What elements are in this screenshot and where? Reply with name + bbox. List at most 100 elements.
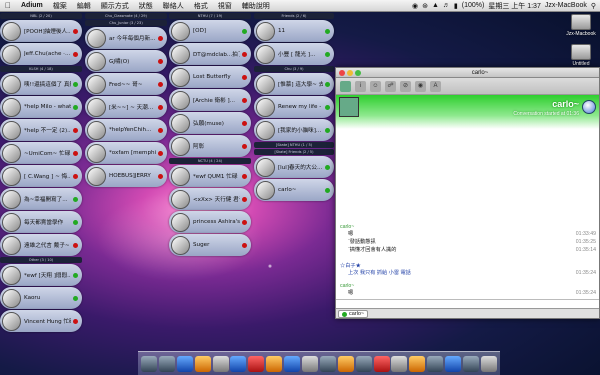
contact-row[interactable]: 每天都賣當學作 xyxy=(0,211,82,233)
menu-window[interactable]: 視窗 xyxy=(213,1,237,11)
adium-icon[interactable] xyxy=(212,355,229,372)
group-header[interactable]: [Skate] NTHU (1 / 5) xyxy=(254,142,334,148)
contact-row[interactable]: Suger xyxy=(169,234,251,256)
menu-adium[interactable]: Adium xyxy=(16,2,48,9)
contact-row[interactable]: carlo~ xyxy=(254,179,334,201)
contact-row[interactable]: *helpYenChih... xyxy=(85,119,167,141)
username[interactable]: Jzx-MacBook xyxy=(545,2,587,9)
apple-menu-icon[interactable]:  xyxy=(0,1,16,10)
block-icon[interactable]: ⊘ xyxy=(400,80,411,92)
contact-row[interactable]: <xXx> 天行健 君子... xyxy=(169,188,251,210)
desktop-icon-untitled[interactable]: Untitled xyxy=(566,44,596,67)
contact-row[interactable]: *help 不一定 (2)... xyxy=(0,119,82,141)
contact-row[interactable]: 小豐 [ 龍光 ]... xyxy=(254,43,334,65)
menu-file[interactable]: 檔案 xyxy=(48,1,72,11)
group-header[interactable]: NTHU (7 / 19) xyxy=(169,13,251,19)
safari-icon[interactable] xyxy=(176,355,193,372)
photo-booth-icon[interactable] xyxy=(355,355,372,372)
message-input[interactable] xyxy=(336,299,599,308)
preview-icon[interactable] xyxy=(301,355,318,372)
dashboard-icon[interactable] xyxy=(158,355,175,372)
group-header[interactable]: [Skate] Friends (2 / 5) xyxy=(254,149,334,155)
menu-edit[interactable]: 編輯 xyxy=(72,1,96,11)
group-header[interactable]: NCTU (4 / 24) xyxy=(169,158,251,164)
contact-row[interactable]: Renew my life - ... xyxy=(254,96,334,118)
applications-stack-icon[interactable] xyxy=(427,355,444,372)
contact-row[interactable]: [米~~] ~ 天潮... xyxy=(85,96,167,118)
group-header[interactable]: Chu (3 / 9) xyxy=(254,66,334,72)
contact-row[interactable]: [惟慕] 這大學~ 去... xyxy=(254,73,334,95)
desktop-icon-hdd[interactable]: Jzx-Macbook xyxy=(566,14,596,37)
contact-row[interactable]: 為~幸福開寫了... xyxy=(0,188,82,210)
chat-tab[interactable]: carlo~ xyxy=(338,310,369,318)
contact-row[interactable]: *help Milo - what if... xyxy=(0,96,82,118)
menu-help[interactable]: 輔助說明 xyxy=(237,1,275,11)
contact-avatar-toolbar-icon[interactable] xyxy=(340,80,351,92)
time-machine-icon[interactable] xyxy=(373,355,390,372)
contact-row[interactable]: 11 xyxy=(254,20,334,42)
mail-icon[interactable] xyxy=(230,355,247,372)
contact-row[interactable]: *oxfam [memphis] xyxy=(85,142,167,164)
contact-row[interactable]: [ C.Wang ] ~ 悔... xyxy=(0,165,82,187)
group-header[interactable]: KLSH (4 / 18) xyxy=(0,66,82,72)
volume-icon[interactable]: ♬ xyxy=(443,2,450,9)
contact-row[interactable]: [lul]春天的大公... xyxy=(254,156,334,178)
contact-row[interactable]: ~UmiCom~ 忙碌 xyxy=(0,142,82,164)
contact-row[interactable]: GJ嘯(O) xyxy=(85,50,167,72)
contact-row[interactable]: [POOH]抽煙後人... xyxy=(0,20,82,42)
menu-status[interactable]: 狀態 xyxy=(134,1,158,11)
contact-row[interactable]: DT@mdclab...拍了... xyxy=(169,43,251,65)
calendar-icon[interactable] xyxy=(284,355,301,372)
clock[interactable]: 星期三 上午 1:37 xyxy=(488,1,541,11)
contact-row[interactable]: 遠雄之代言 戴子~ xyxy=(0,234,82,256)
close-button[interactable] xyxy=(339,69,345,76)
contact-row[interactable]: HOEBUS]JERRY xyxy=(85,165,167,187)
contact-row[interactable]: [Archie 衛彬 ]... xyxy=(169,89,251,111)
group-header[interactable]: Friends (2 / 6) xyxy=(254,13,334,19)
emoticon-icon[interactable]: ☺ xyxy=(370,80,381,92)
group-header[interactable]: Chu_Classmate (4 / 29) xyxy=(85,13,167,19)
adium-status-icon[interactable]: ◉ xyxy=(412,2,418,10)
documents-stack-icon[interactable] xyxy=(445,355,462,372)
minimize-button[interactable] xyxy=(347,69,353,76)
menu-contacts[interactable]: 聯絡人 xyxy=(158,1,189,11)
contact-row[interactable]: [OD] xyxy=(169,20,251,42)
contact-row[interactable]: Lost Butterfly xyxy=(169,66,251,88)
contact-row[interactable]: Vincent Hung 忙碌 xyxy=(0,310,82,332)
contact-row[interactable]: princess Ashira's... xyxy=(169,211,251,233)
contact-row[interactable]: *ewf [天翔 ]悶悶... xyxy=(0,264,82,286)
contact-row[interactable]: *ewf QUM1 忙碌 xyxy=(169,165,251,187)
system-preferences-icon[interactable] xyxy=(391,355,408,372)
ichat-icon[interactable] xyxy=(248,355,265,372)
font-icon[interactable]: A xyxy=(430,80,441,92)
contact-row[interactable]: 咦!!還搞這個了 真夠lo... xyxy=(0,73,82,95)
attach-file-icon[interactable]: ☍ xyxy=(385,80,396,92)
contact-row[interactable]: [我家的小貓咪]... xyxy=(254,119,334,141)
itunes-icon[interactable] xyxy=(319,355,336,372)
group-header[interactable]: Chu_Junior (3 / 23) xyxy=(85,20,167,26)
terminal-icon[interactable] xyxy=(409,355,426,372)
bluetooth-icon[interactable]: ⊛ xyxy=(422,2,428,10)
chat-titlebar[interactable]: carlo~ xyxy=(336,68,599,78)
group-header[interactable]: NBL (2 / 20) xyxy=(0,13,82,19)
contact-row[interactable]: 阿彰 xyxy=(169,135,251,157)
spotlight-icon[interactable]: ⚲ xyxy=(591,2,596,10)
firefox-icon[interactable] xyxy=(194,355,211,372)
trash-icon[interactable] xyxy=(480,355,497,372)
battery-icon[interactable]: ▮ xyxy=(454,2,458,10)
contact-row[interactable]: Jeff.Chu(ache ·... xyxy=(0,43,82,65)
menu-view[interactable]: 顯示方式 xyxy=(96,1,134,11)
contact-row[interactable]: ar 今年每個月新... xyxy=(85,27,167,49)
iphoto-icon[interactable] xyxy=(337,355,354,372)
menu-format[interactable]: 格式 xyxy=(189,1,213,11)
contact-row[interactable]: Fred~~ 哥~ xyxy=(85,73,167,95)
finder-icon[interactable] xyxy=(140,355,157,372)
info-icon[interactable]: i xyxy=(355,80,366,92)
color-icon[interactable]: ◉ xyxy=(415,80,426,92)
group-header[interactable]: Other (3 / 10) xyxy=(0,257,82,263)
wifi-icon[interactable]: ▲ xyxy=(432,2,439,9)
contact-row[interactable]: Kaoru xyxy=(0,287,82,309)
address-book-icon[interactable] xyxy=(266,355,283,372)
contact-row[interactable]: 弘願(muse) xyxy=(169,112,251,134)
downloads-stack-icon[interactable] xyxy=(462,355,479,372)
